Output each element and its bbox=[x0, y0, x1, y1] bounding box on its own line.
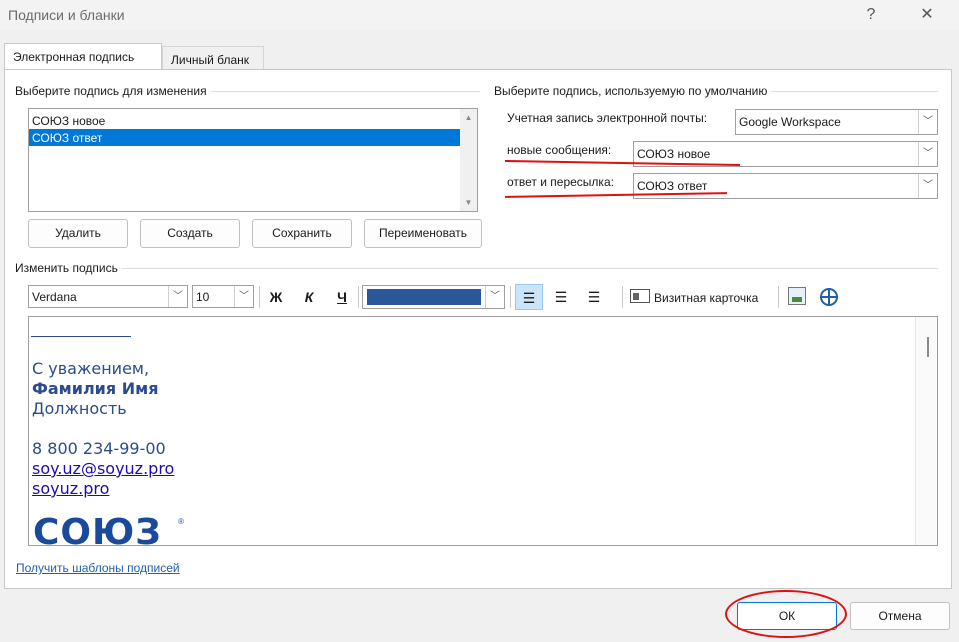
signature-editor[interactable]: С уважением, Фамилия Имя Должность 8 800… bbox=[28, 316, 938, 546]
font-select[interactable]: Verdana ﹀ bbox=[28, 285, 188, 308]
toolbar-separator bbox=[259, 286, 260, 308]
tab-personal-stationery[interactable]: Личный бланк bbox=[162, 46, 264, 69]
chevron-down-icon[interactable]: ﹀ bbox=[918, 174, 937, 198]
align-left-icon[interactable]: ☰ bbox=[515, 284, 543, 310]
create-button[interactable]: Создать bbox=[140, 219, 240, 248]
chevron-down-icon[interactable]: ﹀ bbox=[234, 286, 253, 307]
list-item-selected[interactable]: СОЮЗ ответ bbox=[29, 129, 460, 146]
editor-scrollbar[interactable] bbox=[915, 317, 937, 545]
business-card-button[interactable]: Визитная карточка bbox=[654, 291, 758, 305]
close-button[interactable]: ✕ bbox=[912, 4, 942, 26]
delete-button[interactable]: Удалить bbox=[28, 219, 128, 248]
help-button[interactable]: ? bbox=[856, 4, 886, 26]
bold-button[interactable]: Ж bbox=[262, 284, 290, 310]
select-signature-label: Выберите подпись для изменения bbox=[15, 84, 211, 98]
reply-forward-value: СОЮЗ ответ bbox=[637, 179, 708, 193]
toolbar-separator bbox=[778, 286, 779, 308]
account-select[interactable]: Google Workspace ﹀ bbox=[735, 109, 938, 135]
account-value: Google Workspace bbox=[739, 115, 841, 129]
scroll-down-icon[interactable]: ▼ bbox=[460, 194, 477, 211]
sig-name: Фамилия Имя bbox=[32, 379, 159, 398]
company-logo: СОЮЗ bbox=[33, 512, 162, 546]
hyperlink-icon[interactable] bbox=[820, 288, 838, 306]
sig-site-link[interactable]: soyuz.pro bbox=[32, 479, 109, 498]
font-color-select[interactable]: ﹀ bbox=[362, 285, 505, 309]
sig-position: Должность bbox=[32, 399, 127, 418]
toolbar-separator bbox=[510, 286, 511, 308]
get-templates-link[interactable]: Получить шаблоны подписей bbox=[16, 561, 180, 575]
window-title: Подписи и бланки bbox=[8, 7, 125, 23]
scroll-up-icon[interactable]: ▲ bbox=[460, 109, 477, 126]
list-item[interactable]: СОЮЗ новое bbox=[29, 112, 477, 129]
list-scrollbar[interactable]: ▲ ▼ bbox=[460, 109, 477, 211]
title-bar: Подписи и бланки ? ✕ bbox=[0, 0, 959, 30]
italic-button[interactable]: К bbox=[295, 284, 323, 310]
reply-forward-label: ответ и пересылка: bbox=[507, 175, 614, 189]
chevron-down-icon[interactable]: ﹀ bbox=[918, 142, 937, 166]
logo-registered-mark: ® bbox=[178, 517, 184, 526]
align-center-icon[interactable]: ☰ bbox=[547, 284, 575, 310]
tab-email-signature[interactable]: Электронная подпись bbox=[4, 43, 162, 69]
sig-email-link[interactable]: soy.uz@soyuz.pro bbox=[32, 459, 174, 478]
size-value: 10 bbox=[196, 290, 210, 304]
toolbar-separator bbox=[622, 286, 623, 308]
default-signature-label: Выберите подпись, используемую по умолча… bbox=[494, 84, 772, 98]
sig-greeting: С уважением, bbox=[32, 359, 150, 378]
save-button[interactable]: Сохранить bbox=[252, 219, 352, 248]
color-swatch bbox=[367, 289, 481, 305]
toolbar-separator bbox=[358, 286, 359, 308]
new-messages-value: СОЮЗ новое bbox=[637, 147, 711, 161]
scroll-thumb[interactable] bbox=[927, 337, 929, 357]
edit-signature-label: Изменить подпись bbox=[15, 261, 122, 275]
divider bbox=[16, 268, 938, 269]
chevron-down-icon[interactable]: ﹀ bbox=[485, 286, 504, 308]
signature-list[interactable]: СОЮЗ новое СОЮЗ ответ ▲ ▼ bbox=[28, 108, 478, 212]
underline-button[interactable]: Ч bbox=[328, 284, 356, 310]
account-label: Учетная запись электронной почты: bbox=[507, 111, 708, 125]
chevron-down-icon[interactable]: ﹀ bbox=[918, 110, 937, 134]
font-value: Verdana bbox=[32, 290, 77, 304]
annotation-circle bbox=[725, 590, 847, 638]
insert-picture-icon[interactable] bbox=[788, 287, 806, 305]
signature-divider bbox=[31, 336, 131, 337]
chevron-down-icon[interactable]: ﹀ bbox=[168, 286, 187, 307]
rename-button[interactable]: Переименовать bbox=[364, 219, 482, 248]
size-select[interactable]: 10 ﹀ bbox=[192, 285, 254, 308]
align-right-icon[interactable]: ☰ bbox=[580, 284, 608, 310]
business-card-icon[interactable] bbox=[630, 289, 650, 303]
sig-phone: 8 800 234-99-00 bbox=[32, 439, 166, 458]
new-messages-label: новые сообщения: bbox=[507, 143, 612, 157]
reply-forward-select[interactable]: СОЮЗ ответ ﹀ bbox=[633, 173, 938, 199]
cancel-button[interactable]: Отмена bbox=[850, 602, 950, 630]
